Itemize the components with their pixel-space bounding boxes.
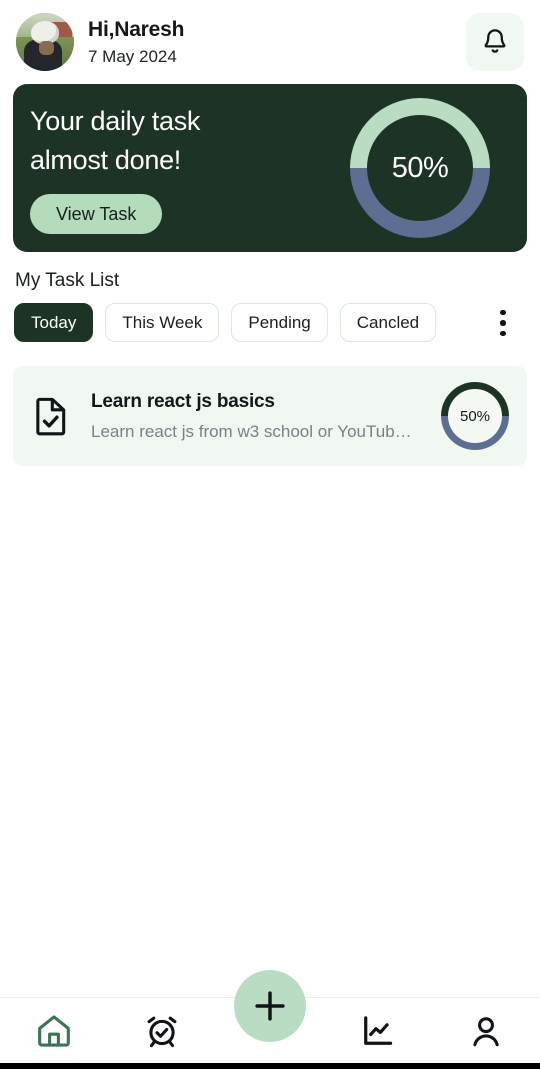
task-list-item[interactable]: Learn react js basics Learn react js fro… [13,366,527,466]
filter-chip-this-week[interactable]: This Week [105,303,220,342]
kebab-dot [500,309,506,316]
add-task-fab[interactable] [234,970,306,1042]
greeting-name: Hi,Naresh [88,17,185,41]
task-progress-label: 50% [459,407,491,425]
banner-title-line2: almost done! [30,145,181,175]
view-task-button[interactable]: View Task [30,194,163,235]
kebab-dot [500,330,506,337]
line-chart-icon [364,1015,393,1045]
daily-task-banner: Your daily task almost done! View Task 5… [13,84,527,252]
task-list-title: My Task List [15,270,120,291]
gesture-bar [0,1063,540,1069]
filter-chip-pending[interactable]: Pending [231,303,328,342]
notification-button[interactable] [466,13,524,71]
banner-right: 50% [313,98,527,238]
greeting-block: Hi,Naresh 7 May 2024 [88,17,466,68]
alarm-check-icon [147,1016,177,1047]
person-icon [473,1016,499,1046]
kebab-dot [500,320,506,326]
task-icon-wrap [31,396,73,436]
banner-left: Your daily task almost done! View Task [13,102,313,235]
app-screen: Hi,Naresh 7 May 2024 Your daily task alm… [0,0,540,1069]
task-progress-donut: 50% [441,382,509,450]
nav-item-stats[interactable] [324,998,432,1063]
task-text: Learn react js basics Learn react js fro… [91,391,441,442]
task-progress-center: 50% [448,389,502,443]
banner-progress-donut: 50% [350,98,490,238]
nav-item-home[interactable] [0,998,108,1063]
task-title: Learn react js basics [91,390,275,412]
banner-title-line1: Your daily task [30,105,201,136]
task-filter-chips: Today This Week Pending Cancled [14,303,437,342]
banner-progress-center: 50% [367,115,473,221]
greeting-date: 7 May 2024 [88,46,177,66]
nav-item-profile[interactable] [432,998,540,1063]
task-subtitle: Learn react js from w3 school or YouTub… [91,421,412,441]
avatar[interactable] [16,13,74,71]
filter-chip-today[interactable]: Today [14,303,94,342]
home-icon [38,1014,70,1047]
nav-item-alarm[interactable] [108,998,216,1063]
plus-icon [255,991,285,1021]
banner-progress-label: 50% [391,151,449,184]
document-check-icon [36,397,66,436]
filter-chip-cancled[interactable]: Cancled [339,303,437,342]
bell-icon [484,29,506,53]
avatar-hand [39,40,55,55]
kebab-menu-icon[interactable] [486,304,520,342]
header: Hi,Naresh 7 May 2024 [0,0,540,84]
